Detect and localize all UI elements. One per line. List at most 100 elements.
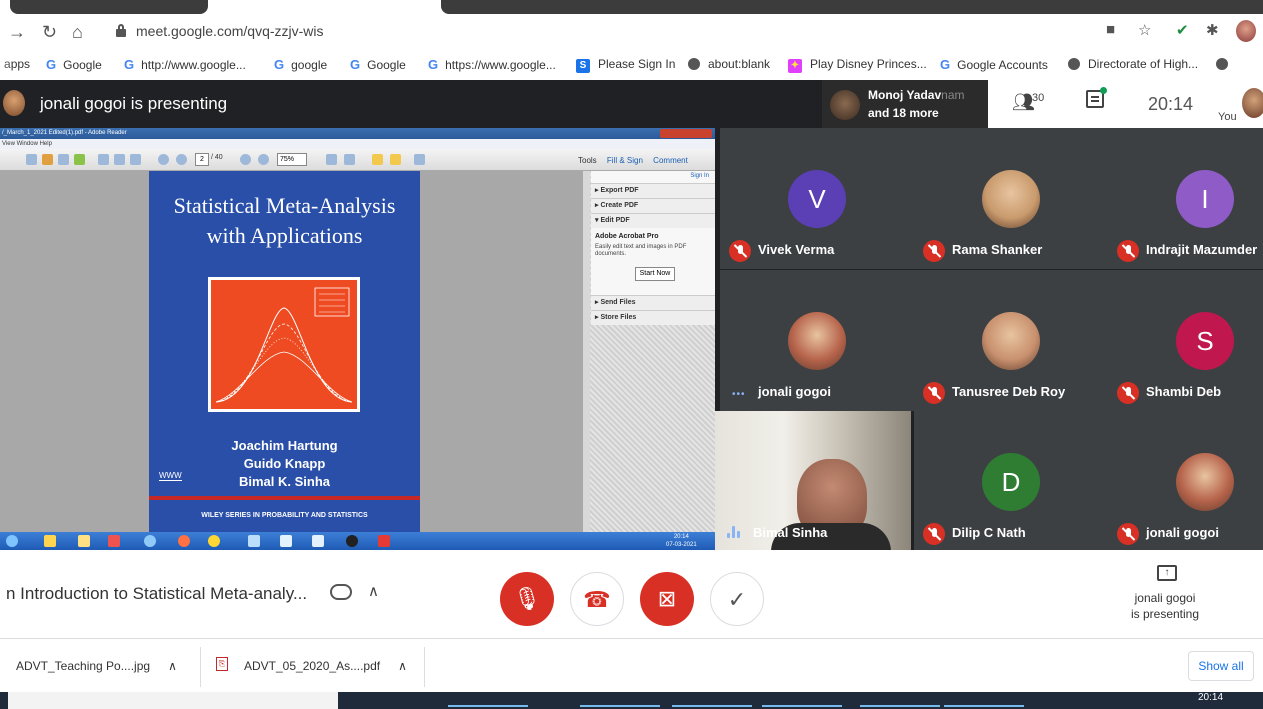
- url-text[interactable]: meet.google.com/qvq-zzjv-wis: [136, 23, 324, 39]
- folder-icon: [78, 535, 90, 547]
- google-icon: G: [940, 57, 951, 72]
- chevron-up-icon[interactable]: ∧: [168, 659, 177, 673]
- chevron-up-icon[interactable]: ∧: [398, 659, 407, 673]
- disney-icon: ✦: [788, 59, 802, 73]
- download-item-2[interactable]: ADVT_05_2020_As....pdf ∧: [244, 659, 407, 673]
- acrobat-icon: [378, 535, 390, 547]
- meeting-clock: 20:14: [1148, 94, 1194, 114]
- bookmark-google-accounts[interactable]: G Google Accounts: [940, 57, 1048, 72]
- mic-off-icon: 🎙︎: [513, 586, 541, 611]
- globe-icon: [1216, 58, 1228, 70]
- bookmark-more[interactable]: [1216, 57, 1236, 71]
- participant-tile[interactable]: I Indrajit Mazumder: [1108, 128, 1263, 269]
- present-now-icon[interactable]: ↑: [1157, 565, 1177, 581]
- bookmark-disney[interactable]: ✦ Play Disney Princes...: [788, 57, 927, 73]
- document-view: Statistical Meta-Analysis with Applicatio…: [0, 171, 583, 532]
- lock-icon[interactable]: [116, 24, 126, 37]
- fill-sign-tab: Fill & Sign: [606, 156, 643, 165]
- star-icon[interactable]: ☆: [1138, 21, 1151, 39]
- globe-icon: [688, 58, 700, 70]
- firefox-icon: [178, 535, 190, 547]
- taskbar-app[interactable]: [672, 694, 752, 707]
- speaker-name: Monoj Yadavnam: [868, 88, 965, 102]
- highlight-icon: [390, 154, 401, 165]
- speaker-more: and 18 more: [868, 106, 939, 120]
- bookmark-sign-in[interactable]: S Please Sign In: [576, 57, 675, 73]
- email-icon: [130, 154, 141, 165]
- participant-tile[interactable]: S Shambi Deb: [1108, 270, 1263, 411]
- bookmark-apps[interactable]: apps: [4, 57, 30, 71]
- caption-toggle-button[interactable]: ✓: [710, 572, 764, 626]
- bookmark-google-lower[interactable]: Ggoogle: [274, 57, 327, 72]
- publisher-mark: WWW: [159, 471, 182, 481]
- comment-icon: [372, 154, 383, 165]
- reader-tabs: Tools Fill & Sign Comment: [578, 156, 696, 165]
- leave-call-button[interactable]: ☎︎: [570, 572, 624, 626]
- profile-avatar[interactable]: [1236, 20, 1256, 42]
- taskbar-app[interactable]: [580, 694, 660, 707]
- taskbar-app[interactable]: [944, 694, 1024, 707]
- remote-clock: 20:14 07-03-2021: [666, 533, 697, 549]
- explorer-icon: [44, 535, 56, 547]
- browser-tab[interactable]: [10, 0, 208, 14]
- mic-off-icon: [923, 240, 945, 262]
- participant-photo: [982, 312, 1040, 370]
- camera-toggle-button[interactable]: ⊠: [640, 572, 694, 626]
- show-all-button[interactable]: Show all: [1188, 651, 1254, 681]
- participant-tile[interactable]: V Vivek Verma: [720, 128, 915, 269]
- home-icon[interactable]: ⌂: [72, 22, 83, 42]
- taskbar-app[interactable]: [762, 694, 842, 707]
- presenting-banner: jonali gogoi is presenting: [40, 94, 228, 113]
- bookmark-google-url[interactable]: Ghttp://www.google...: [124, 57, 246, 72]
- participant-tile[interactable]: jonali gogoi: [1108, 411, 1263, 552]
- taskbar-app[interactable]: [448, 694, 528, 707]
- store-files-section: ▸ Store Files: [591, 310, 715, 325]
- chevron-up-icon[interactable]: ∧: [368, 582, 379, 600]
- meeting-title[interactable]: n Introduction to Statistical Meta-analy…: [6, 584, 307, 604]
- participant-tile[interactable]: D Dilip C Nath: [914, 411, 1109, 552]
- prev-page-icon: [158, 154, 169, 165]
- camera-icon[interactable]: ■: [1106, 21, 1115, 38]
- participant-tile[interactable]: Tanusree Deb Roy: [914, 270, 1109, 411]
- extensions-icon[interactable]: ✱: [1206, 21, 1219, 39]
- forward-icon[interactable]: →: [8, 22, 26, 42]
- remote-date: 07-03-2021: [666, 542, 697, 548]
- reload-icon[interactable]: ↻: [42, 22, 57, 42]
- address-bar[interactable]: meet.google.com/qvq-zzjv-wis: [108, 18, 1188, 46]
- bookmark-google-https[interactable]: Ghttps://www.google...: [428, 57, 556, 72]
- downloads-bar: ADVT_Teaching Po....jpg ∧ ⎘ ADVT_05_2020_…: [0, 638, 1263, 692]
- mic-off-icon: [1117, 240, 1139, 262]
- participant-tile[interactable]: ••• jonali gogoi: [720, 270, 915, 411]
- download-item-1[interactable]: ADVT_Teaching Po....jpg ∧: [16, 659, 177, 673]
- bookmark-about-blank[interactable]: about:blank: [688, 57, 770, 71]
- google-icon: G: [124, 57, 135, 72]
- windows-clock: 20:14: [1198, 692, 1224, 703]
- comment-tab: Comment: [653, 156, 688, 165]
- presenting-status[interactable]: jonali gogoi is presenting: [1110, 590, 1220, 622]
- mic-off-icon: [923, 382, 945, 404]
- chat-icon[interactable]: [1086, 87, 1107, 108]
- page-total: / 40: [211, 154, 223, 161]
- captions-icon[interactable]: [330, 584, 352, 600]
- google-icon: G: [428, 57, 439, 72]
- presenter-avatar: [3, 90, 25, 116]
- browser-tab-active[interactable]: [441, 0, 1263, 14]
- taskbar-app[interactable]: [860, 694, 940, 707]
- sign-in-link: Sign In: [690, 173, 709, 179]
- bookmark-google[interactable]: G Google: [46, 57, 102, 72]
- book-series: WILEY SERIES IN PROBABILITY AND STATISTI…: [201, 512, 368, 519]
- mic-toggle-button[interactable]: 🎙︎: [500, 572, 554, 626]
- check-extension-icon[interactable]: ✔: [1176, 21, 1189, 39]
- participant-avatar: S: [1176, 312, 1234, 370]
- bookmark-directorate[interactable]: Directorate of High...: [1068, 57, 1198, 71]
- participant-tile[interactable]: Rama Shanker: [914, 128, 1109, 269]
- participant-avatar: V: [788, 170, 846, 228]
- book-title-line2: with Applications: [206, 223, 363, 248]
- windows-search-box[interactable]: [8, 692, 338, 709]
- self-avatar[interactable]: [1242, 88, 1263, 118]
- send-files-section: ▸ Send Files: [591, 295, 715, 310]
- bookmark-google-2[interactable]: G Google: [350, 57, 406, 72]
- participant-tile[interactable]: Bimal Sinha: [715, 411, 911, 552]
- audio-level-icon: [727, 526, 741, 538]
- participant-name: jonali gogoi: [758, 384, 831, 399]
